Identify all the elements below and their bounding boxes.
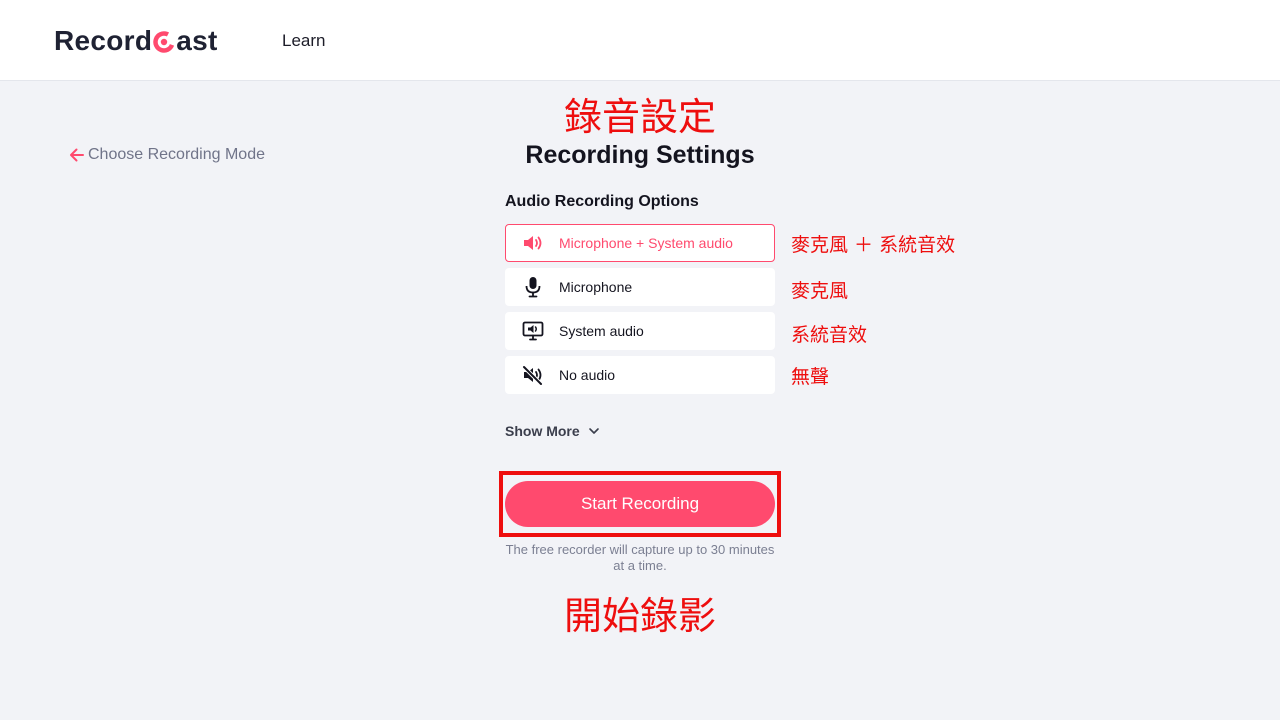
muted-speaker-icon [522,364,544,386]
annotation-option-zh: 無聲 [791,366,830,388]
recordcast-logo[interactable]: Record ast [54,24,218,58]
annotation-option-zh: 麥克風 ＋ 系統音效 [791,234,956,256]
annotation-start-zh: 開始錄影 [563,594,716,638]
top-header: Record ast Learn [0,0,1280,81]
audio-options-label: Audio Recording Options [505,193,699,210]
monitor-speaker-icon [522,320,544,342]
chevron-down-icon [588,428,599,434]
annotation-option-zh: 麥克風 [791,280,849,302]
microphone-icon [522,276,544,298]
logo-text-right: ast [176,25,218,56]
page-title: Recording Settings [525,141,755,169]
nav-learn-link[interactable]: Learn [282,31,325,51]
show-more-toggle[interactable]: Show More [505,423,600,439]
logo-text-left: Record [54,25,153,56]
option-label: No audio [559,367,616,383]
option-label: Microphone + System audio [559,235,733,251]
option-label: System audio [559,323,644,339]
option-system-audio[interactable]: System audio [505,312,775,350]
annotation-option-zh: 系統音效 [791,324,868,346]
option-label: Microphone [559,279,633,295]
option-microphone-system-audio[interactable]: Microphone + System audio [505,224,775,262]
free-recorder-note: The free recorder will capture up to 30 … [505,542,775,573]
option-no-audio[interactable]: No audio [505,356,775,394]
option-microphone[interactable]: Microphone [505,268,775,306]
start-recording-button[interactable]: Start Recording [505,481,775,527]
logo-record-icon [153,31,176,53]
show-more-label: Show More [505,423,580,439]
speaker-icon [522,232,544,254]
annotation-title-zh: 錄音設定 [563,95,716,139]
